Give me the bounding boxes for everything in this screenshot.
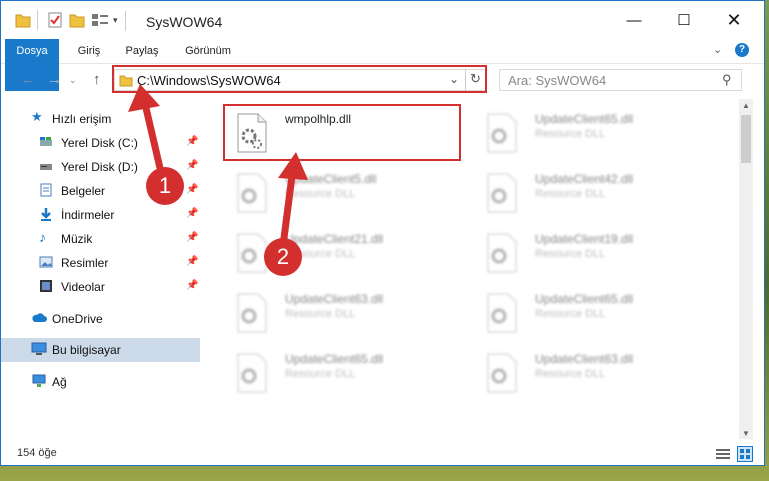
annotation-arrows bbox=[128, 84, 308, 242]
arrow-2 bbox=[280, 172, 296, 242]
arrow-1-head bbox=[128, 84, 160, 112]
step-1-badge: 1 bbox=[146, 167, 184, 205]
arrow-1 bbox=[142, 104, 164, 172]
step-2-badge: 2 bbox=[264, 238, 302, 276]
arrow-2-head bbox=[278, 152, 308, 180]
